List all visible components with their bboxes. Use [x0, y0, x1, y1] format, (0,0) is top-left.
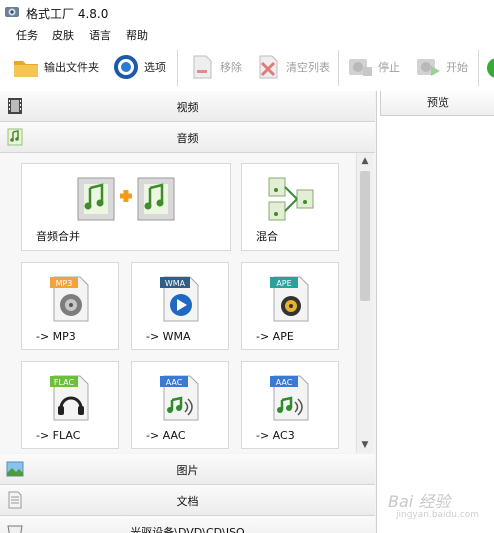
category-audio[interactable]: 音频: [0, 122, 375, 153]
start-label: 开始: [446, 61, 468, 74]
remove-label: 移除: [220, 61, 242, 74]
preview-header: 预览: [380, 91, 494, 116]
stop-button[interactable]: 停止: [346, 52, 400, 82]
flac-file-icon: FLAC: [50, 375, 89, 421]
ac3-badge: AAC: [276, 378, 293, 387]
tool-to-mp3-label: -> MP3: [36, 330, 76, 343]
output-folder-button[interactable]: 输出文件夹: [12, 52, 99, 82]
output-folder-label: 输出文件夹: [44, 61, 99, 74]
stop-label: 停止: [378, 61, 400, 74]
tool-to-ac3[interactable]: AAC -> AC3: [241, 361, 339, 449]
title-bar: 格式工厂 4.8.0: [0, 0, 494, 24]
tool-to-wma-label: -> WMA: [146, 330, 191, 343]
aac-badge: AAC: [166, 378, 183, 387]
tool-audio-merge[interactable]: 音频合并: [21, 163, 231, 251]
preview-pane: 预览: [377, 91, 494, 533]
tool-to-mp3[interactable]: MP3 -> MP3: [21, 262, 119, 350]
category-document[interactable]: 文档: [0, 485, 375, 516]
ape-file-icon: APE: [270, 276, 309, 322]
extra-green-icon[interactable]: [485, 56, 494, 80]
category-video[interactable]: 视频: [0, 91, 375, 122]
category-document-label: 文档: [176, 495, 199, 508]
category-disc[interactable]: 光驱设备\DVD\CD\ISO: [0, 516, 375, 533]
category-disc-label: 光驱设备\DVD\CD\ISO: [130, 526, 245, 533]
menu-help[interactable]: 帮助: [126, 27, 148, 43]
app-logo-icon: [5, 7, 19, 17]
category-image-label: 图片: [176, 464, 199, 477]
start-icon: [417, 59, 440, 76]
mp3-badge: MP3: [56, 279, 73, 288]
scroll-up-arrow-icon[interactable]: ▲: [357, 153, 373, 169]
tool-to-ape-label: -> APE: [256, 330, 294, 343]
menu-task[interactable]: 任务: [16, 27, 38, 43]
menu-bar: 任务 皮肤 语言 帮助: [0, 25, 494, 45]
remove-icon: [193, 55, 212, 79]
tool-to-ac3-label: -> AC3: [256, 429, 295, 442]
window-title: 格式工厂 4.8.0: [26, 7, 109, 21]
scroll-thumb[interactable]: [360, 171, 370, 301]
clear-list-icon: [259, 55, 278, 79]
toolbar: 输出文件夹 选项 移除 清空列表 停止 开始: [0, 46, 494, 90]
clear-list-label: 清空列表: [286, 61, 330, 74]
toolbar-divider: [177, 50, 178, 86]
toolbar-divider: [478, 50, 479, 86]
menu-language[interactable]: 语言: [89, 27, 111, 43]
tool-to-aac[interactable]: AAC -> AAC: [131, 361, 229, 449]
tool-to-aac-label: -> AAC: [146, 429, 186, 442]
stop-icon: [349, 59, 372, 76]
options-label: 选项: [144, 61, 166, 74]
category-video-label: 视频: [176, 101, 199, 114]
audio-mix-icon: [268, 177, 314, 221]
folder-icon: [14, 61, 38, 77]
tool-mix[interactable]: 混合: [241, 163, 339, 251]
baidu-watermark-url: jingyan.baidu.com: [396, 510, 480, 520]
wma-badge: WMA: [165, 279, 186, 288]
mp3-file-icon: MP3: [50, 276, 89, 322]
ape-badge: APE: [276, 279, 291, 288]
audio-merge-icon: [77, 177, 175, 221]
wma-file-icon: WMA: [160, 276, 199, 322]
aac-file-icon: AAC: [160, 375, 199, 421]
tool-audio-merge-label: 音频合并: [36, 230, 80, 243]
options-gear-icon: [114, 55, 138, 79]
baidu-watermark: Bai 经验: [388, 492, 451, 511]
tool-to-ape[interactable]: APE -> APE: [241, 262, 339, 350]
remove-button[interactable]: 移除: [188, 52, 242, 82]
tool-to-flac-label: -> FLAC: [36, 429, 81, 442]
scroll-down-arrow-icon[interactable]: ▼: [357, 437, 373, 453]
category-image[interactable]: 图片: [0, 454, 375, 485]
clear-list-button[interactable]: 清空列表: [254, 52, 330, 82]
start-button[interactable]: 开始: [414, 52, 468, 82]
flac-badge: FLAC: [54, 378, 75, 387]
menu-skin[interactable]: 皮肤: [52, 27, 74, 43]
category-panel: 视频 音频 音频合并 混合 MP3 -> MP3 WMA -> WMA APE …: [0, 91, 377, 533]
tool-to-wma[interactable]: WMA -> WMA: [131, 262, 229, 350]
options-button[interactable]: 选项: [112, 52, 166, 82]
tool-to-flac[interactable]: FLAC -> FLAC: [21, 361, 119, 449]
tool-mix-label: 混合: [256, 230, 278, 243]
ac3-file-icon: AAC: [270, 375, 309, 421]
category-audio-label: 音频: [176, 132, 199, 145]
tools-scrollbar[interactable]: ▲ ▼: [356, 153, 373, 453]
toolbar-divider: [338, 50, 339, 86]
audio-tools-grid: 音频合并 混合 MP3 -> MP3 WMA -> WMA APE -> APE…: [0, 153, 355, 453]
